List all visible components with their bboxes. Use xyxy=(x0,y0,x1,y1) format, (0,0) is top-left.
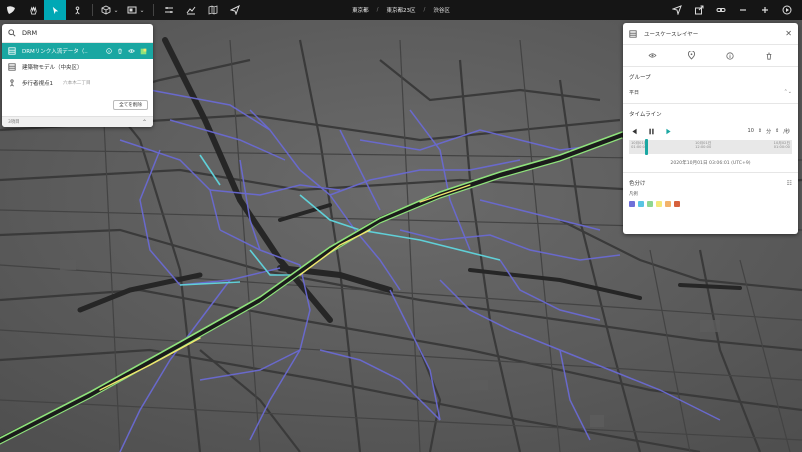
layer-label: DRMリンク入流データ（.. xyxy=(22,49,88,55)
trash-icon[interactable] xyxy=(765,52,773,60)
link-icon[interactable] xyxy=(710,0,732,20)
toolbar-divider xyxy=(153,4,154,16)
search-footer[interactable]: 3項目 ⌃ xyxy=(2,116,153,127)
usecase-layer-panel: ユースケースレイヤー ✕ グループ 平日 ⌃⌄ タイムライン 10 ⇕ 分 ⇕ xyxy=(623,23,798,234)
colorize-label: 色分け xyxy=(629,181,646,187)
info-icon[interactable] xyxy=(726,51,734,60)
zoom-out-icon[interactable] xyxy=(732,0,754,20)
terrain-icon[interactable] xyxy=(180,0,202,20)
stepper-icon[interactable]: ⇕ xyxy=(775,128,779,134)
panel-title: ユースケースレイヤー xyxy=(644,31,699,38)
settings-sliders-icon[interactable]: ☷ xyxy=(787,180,792,187)
eye-icon[interactable] xyxy=(648,52,657,59)
sliders-icon[interactable] xyxy=(158,0,180,20)
playback-speed: 10 ⇕ 分 ⇕ /秒 xyxy=(748,128,790,135)
trash-icon[interactable] xyxy=(117,48,123,54)
layer-label: 歩行者視点1 xyxy=(22,81,53,87)
layer-row-pedestrian[interactable]: 歩行者視点1 六本木二丁目 xyxy=(2,75,153,91)
breadcrumb-region[interactable]: 東京都23区 xyxy=(387,6,416,14)
group-label: グループ xyxy=(629,75,651,81)
shape-tool-icon[interactable]: ⌄ xyxy=(123,0,149,20)
send-icon[interactable] xyxy=(224,0,246,20)
delete-all-button[interactable]: 全てを削除 xyxy=(113,100,148,110)
breadcrumb-prefecture[interactable]: 東京都 xyxy=(352,6,369,14)
cube-tool-icon[interactable]: ⌄ xyxy=(97,0,123,20)
timeline-tick: 10月02日 01:00:00 xyxy=(773,141,790,150)
layer-label: 建築物モデル（中央区） xyxy=(22,65,83,71)
building-icon xyxy=(8,63,16,71)
layer-sublabel: 六本木二丁目 xyxy=(63,81,91,86)
app-logo-icon[interactable] xyxy=(0,0,22,20)
location-arrow-icon[interactable] xyxy=(666,0,688,20)
play-icon[interactable] xyxy=(665,128,672,135)
dataset-icon xyxy=(629,29,637,38)
pedestrian-tool-icon[interactable] xyxy=(66,0,88,20)
rewind-icon[interactable] xyxy=(631,128,638,135)
current-time: 2020年10月01日 03:06:01 (UTC+9) xyxy=(670,161,751,166)
pedestrian-icon xyxy=(10,79,14,87)
breadcrumb-ward[interactable]: 渋谷区 xyxy=(433,6,450,14)
legend-label: 凡例 xyxy=(629,192,638,197)
stepper-icon[interactable]: ⇕ xyxy=(758,128,762,134)
info-icon[interactable] xyxy=(106,48,112,54)
search-input[interactable] xyxy=(22,29,142,37)
share-icon[interactable] xyxy=(688,0,710,20)
hand-tool-icon[interactable] xyxy=(22,0,44,20)
timeline-handle[interactable] xyxy=(645,139,648,155)
colorize-row: 色分け ☷ xyxy=(623,173,798,188)
dataset-icon xyxy=(8,47,16,55)
speed-per: /秒 xyxy=(783,128,790,135)
eye-icon[interactable] xyxy=(128,48,135,54)
layer-row-actions xyxy=(106,48,147,55)
toolbar-divider xyxy=(92,4,93,16)
top-right-controls xyxy=(666,0,798,20)
result-count: 3項目 xyxy=(8,120,20,125)
legend-swatch xyxy=(647,201,653,207)
legend-swatch xyxy=(656,201,662,207)
pause-icon[interactable] xyxy=(648,128,655,135)
layer-style-icon[interactable] xyxy=(140,48,147,55)
close-icon[interactable]: ✕ xyxy=(785,29,792,38)
legend-swatch xyxy=(629,201,635,207)
timeline-label: タイムライン xyxy=(629,112,662,118)
legend-swatches xyxy=(623,197,798,207)
timeline-slider[interactable]: 10月01日 01:00:00 10月01日 12:00:00 10月02日 01:0… xyxy=(629,139,792,155)
map-pin-icon[interactable] xyxy=(688,51,696,60)
speed-value-input[interactable]: 10 xyxy=(748,128,754,134)
select-tool-icon[interactable] xyxy=(44,0,66,20)
compass-icon[interactable] xyxy=(776,0,798,20)
chevron-updown-icon: ⌃⌄ xyxy=(783,89,792,95)
layer-search-panel: DRMリンク入流データ（.. 建築物モデル（中央区） 歩行者視点1 六本木二丁目… xyxy=(2,24,153,127)
legend-swatch xyxy=(638,201,644,207)
group-select[interactable]: 平日 ⌃⌄ xyxy=(629,87,792,97)
chevron-up-icon[interactable]: ⌃ xyxy=(142,119,147,126)
group-select-value: 平日 xyxy=(629,89,640,96)
legend-swatch xyxy=(665,201,671,207)
search-bar xyxy=(2,24,153,43)
timeline-controls: 10 ⇕ 分 ⇕ /秒 xyxy=(623,118,798,136)
layer-row-drm[interactable]: DRMリンク入流データ（.. xyxy=(2,43,153,59)
panel-action-row xyxy=(623,45,798,67)
app-window: ⌄ ⌄ 東京都 / 東京都23区 / 渋谷区 DRM DRMリンク入流データ（.… xyxy=(0,0,802,452)
layer-row-building[interactable]: 建築物モデル（中央区） xyxy=(2,59,153,75)
panel-header: ユースケースレイヤー ✕ xyxy=(623,23,798,45)
search-icon xyxy=(8,29,16,37)
legend-swatch xyxy=(674,201,680,207)
speed-unit-select[interactable]: 分 xyxy=(766,128,771,135)
timeline-tick: 10月01日 12:00:00 xyxy=(695,141,712,150)
zoom-in-icon[interactable] xyxy=(754,0,776,20)
map-icon[interactable] xyxy=(202,0,224,20)
